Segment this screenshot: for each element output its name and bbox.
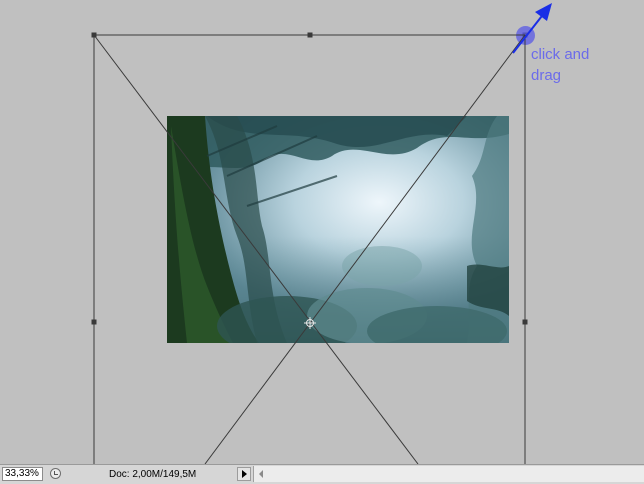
instruction-line-2: drag: [531, 67, 562, 84]
status-bar: 33,33% Doc: 2,00M/149,5M: [0, 464, 644, 484]
transform-handle-middle-right[interactable]: [522, 319, 528, 325]
document-canvas[interactable]: click and drag: [0, 0, 644, 464]
scroll-left-arrow-icon[interactable]: [259, 470, 263, 478]
forest-photo[interactable]: [167, 116, 509, 343]
status-cycle-icon[interactable]: [50, 468, 61, 479]
zoom-level-field[interactable]: 33,33%: [2, 467, 43, 481]
transform-handle-middle-left[interactable]: [91, 319, 97, 325]
transform-handle-top-left[interactable]: [91, 32, 97, 38]
instruction-line-1: click and: [531, 46, 590, 63]
status-menu-button[interactable]: [237, 467, 251, 481]
drag-point-marker: [516, 26, 535, 45]
instruction-annotation: click and drag: [531, 44, 589, 86]
transform-handle-top-center[interactable]: [307, 32, 313, 38]
document-size-info: Doc: 2,00M/149,5M: [109, 469, 197, 480]
horizontal-scrollbar[interactable]: [253, 466, 644, 482]
